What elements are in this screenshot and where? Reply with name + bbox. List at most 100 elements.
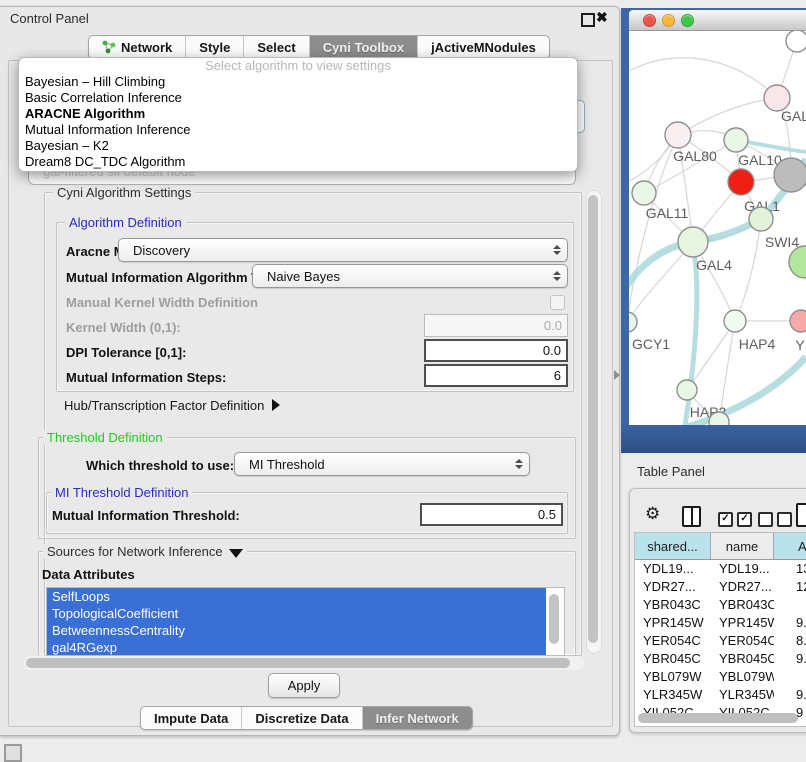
table-cell: YBL079W (635, 668, 711, 686)
minimize-window-icon[interactable] (662, 14, 675, 27)
table-row[interactable]: YBR043CYBR043C (635, 596, 806, 614)
document-icon[interactable] (796, 503, 806, 527)
table-row[interactable]: YBL079WYBL079W (635, 668, 806, 686)
combo-spinner-icon (515, 459, 523, 469)
network-node-swi4[interactable] (749, 207, 773, 231)
float-panel-icon[interactable] (581, 13, 595, 27)
network-node-hap2[interactable] (677, 380, 697, 400)
manual-kernel-checkbox[interactable] (550, 295, 565, 310)
data-attribute-item[interactable]: SelfLoops (47, 588, 546, 605)
unchecked-pair-icon[interactable] (758, 512, 792, 527)
mi-threshold-input[interactable]: 0.5 (420, 503, 563, 526)
list-scrollbar-thumb[interactable] (549, 594, 559, 644)
network-node-gal4[interactable] (678, 227, 708, 257)
network-edge[interactable] (629, 135, 678, 322)
data-attribute-item[interactable]: gal4RGexp (47, 639, 546, 656)
network-edge[interactable] (629, 58, 777, 98)
which-threshold-value: MI Threshold (249, 457, 325, 472)
sources-group-title[interactable]: Sources for Network Inference (43, 544, 247, 559)
table-row[interactable]: YLR345WYLR345W9. (635, 686, 806, 704)
network-node-hap4[interactable] (724, 310, 746, 332)
data-attributes-list[interactable]: SelfLoopsTopologicalCoefficientBetweenne… (46, 587, 565, 656)
algorithm-dropdown-popup: Select algorithm to view settings Bayesi… (18, 57, 578, 172)
table-cell: YDR27... (711, 578, 774, 596)
dpi-tolerance-input[interactable]: 0.0 (424, 339, 568, 362)
column-header-1[interactable]: shared... (635, 533, 711, 559)
bottom-tabbar: Impute DataDiscretize DataInfer Network (140, 706, 473, 730)
aracne-mode-combo[interactable]: Discovery (118, 238, 568, 262)
table-cell: 9. (774, 614, 806, 632)
restore-panel-icon[interactable] (4, 744, 22, 762)
table-row[interactable]: YDL19...YDL19...13 (635, 560, 806, 578)
close-panel-icon[interactable]: ✖ (596, 9, 608, 26)
zoom-window-icon[interactable] (681, 14, 694, 27)
algorithm-option[interactable]: Bayesian – K2 (19, 138, 577, 154)
table-cell: 8. (774, 632, 806, 650)
settings-gear-icon[interactable]: ⚙ (645, 504, 660, 524)
tab-impute-data[interactable]: Impute Data (141, 707, 241, 729)
checked-pair-icon[interactable]: ✓✓ (718, 512, 752, 527)
algorithm-option[interactable]: Dream8 DC_TDC Algorithm (19, 154, 577, 170)
algorithm-option[interactable]: Bayesian – Hill Climbing (19, 74, 577, 90)
control-panel-title: Control Panel (10, 11, 89, 26)
tab-infer-network[interactable]: Infer Network (362, 707, 472, 729)
tab-select[interactable]: Select (243, 36, 308, 58)
tab-jactivemnodules[interactable]: jActiveMNodules (417, 36, 549, 58)
network-node-y[interactable] (790, 310, 806, 332)
table-cell: 9. (774, 686, 806, 704)
settings-hscrollbar-thumb[interactable] (26, 658, 570, 668)
hub-definition-toggle[interactable]: Hub/Transcription Factor Definition (64, 398, 280, 413)
mi-steps-input[interactable]: 6 (424, 364, 568, 387)
node-label: GAL (781, 108, 806, 124)
network-node-gal10[interactable] (724, 128, 748, 152)
mi-type-combo[interactable]: Naive Bayes (252, 264, 568, 288)
table-row[interactable]: YBR045CYBR045C9. (635, 650, 806, 668)
table-cell: 12 (774, 578, 806, 596)
network-node[interactable] (774, 158, 806, 192)
apply-button[interactable]: Apply (268, 673, 340, 698)
network-graph: GALGAL80GAL10GAL1GAL11SWI4GAL4GCY1HAP4YH… (629, 31, 806, 425)
network-node-gal11[interactable] (632, 181, 656, 205)
data-attribute-item[interactable]: TopologicalCoefficient (47, 605, 546, 622)
table-row[interactable]: YER054CYER054C8. (635, 632, 806, 650)
table-hscrollbar-thumb[interactable] (638, 713, 798, 723)
tab-style[interactable]: Style (185, 36, 243, 58)
algorithm-option[interactable]: Mutual Information Inference (19, 122, 577, 138)
close-window-icon[interactable] (643, 14, 656, 27)
combo-spinner-icon (553, 271, 561, 281)
tab-cyni-toolbox[interactable]: Cyni Toolbox (309, 36, 417, 58)
mi-type-value: Naive Bayes (267, 269, 340, 284)
table-cell: YDL19... (711, 560, 774, 578)
node-table[interactable]: shared...nameA YDL19...YDL19...13YDR27..… (634, 532, 806, 727)
network-edge[interactable] (678, 98, 777, 135)
table-row[interactable]: YDR27...YDR27...12 (635, 578, 806, 596)
algorithm-option[interactable]: Basic Correlation Inference (19, 90, 577, 106)
tab-network[interactable]: Network (89, 36, 185, 58)
kernel-width-input[interactable]: 0.0 (424, 314, 568, 337)
settings-vscrollbar-thumb[interactable] (588, 195, 598, 643)
node-label: GAL4 (696, 257, 732, 273)
settings-vscrollbar[interactable] (586, 190, 602, 654)
table-row[interactable]: YPR145WYPR145W9. (635, 614, 806, 632)
network-node[interactable] (786, 31, 806, 52)
network-node-gal80[interactable] (665, 122, 691, 148)
which-threshold-combo[interactable]: MI Threshold (234, 452, 530, 476)
network-edge[interactable] (735, 219, 761, 321)
network-node-gcy1[interactable] (629, 312, 637, 332)
split-divider-arrow[interactable] (614, 370, 620, 380)
tab-discretize-data[interactable]: Discretize Data (241, 707, 361, 729)
network-view-canvas[interactable]: GALGAL80GAL10GAL1GAL11SWI4GAL4GCY1HAP4YH… (629, 31, 806, 425)
network-node-gal1[interactable] (728, 169, 754, 195)
data-attribute-item[interactable]: BetweennessCentrality (47, 622, 546, 639)
column-layout-icon[interactable] (682, 506, 701, 527)
algorithm-option[interactable]: ARACNE Algorithm (19, 106, 577, 122)
cyni-settings-group-title: Cyni Algorithm Settings (53, 185, 195, 200)
column-header-2[interactable]: name (711, 533, 774, 559)
column-header-3[interactable]: A (774, 533, 806, 559)
network-node[interactable] (709, 412, 729, 425)
algorithm-dropdown-placeholder: Select algorithm to view settings (19, 58, 577, 74)
settings-hscrollbar[interactable] (24, 656, 584, 670)
network-window-titlebar[interactable] (629, 10, 806, 31)
hub-definition-label: Hub/Transcription Factor Definition (64, 398, 264, 413)
network-node[interactable] (789, 246, 806, 278)
